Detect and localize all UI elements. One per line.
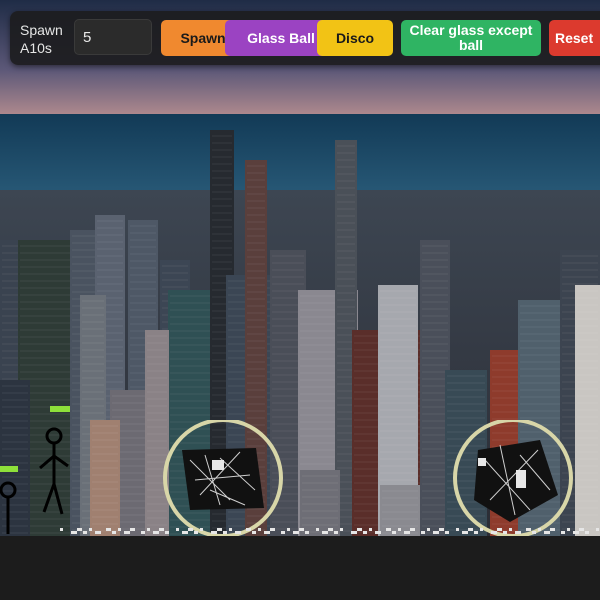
glass-ball-right[interactable]: [450, 420, 576, 536]
glass-ball-left[interactable]: [160, 420, 286, 536]
stick-figure[interactable]: [30, 400, 80, 532]
health-bar: [0, 466, 18, 472]
reset-button[interactable]: Reset: [549, 20, 600, 56]
disco-button[interactable]: Disco: [317, 20, 393, 56]
building: [90, 420, 120, 540]
glass-shard-cluster: [182, 448, 264, 510]
control-toolbar: Spawn A10s Spawn Glass Ball Disco Clear …: [10, 11, 600, 65]
spawn-count-input[interactable]: [74, 19, 152, 55]
game-stage[interactable]: Spawn A10s Spawn Glass Ball Disco Clear …: [0, 0, 600, 600]
building: [575, 285, 600, 540]
clear-glass-button[interactable]: Clear glass except ball: [401, 20, 541, 56]
health-bar: [50, 406, 70, 412]
spawn-count-label: Spawn A10s: [20, 22, 63, 56]
ground-floor: [0, 536, 600, 600]
